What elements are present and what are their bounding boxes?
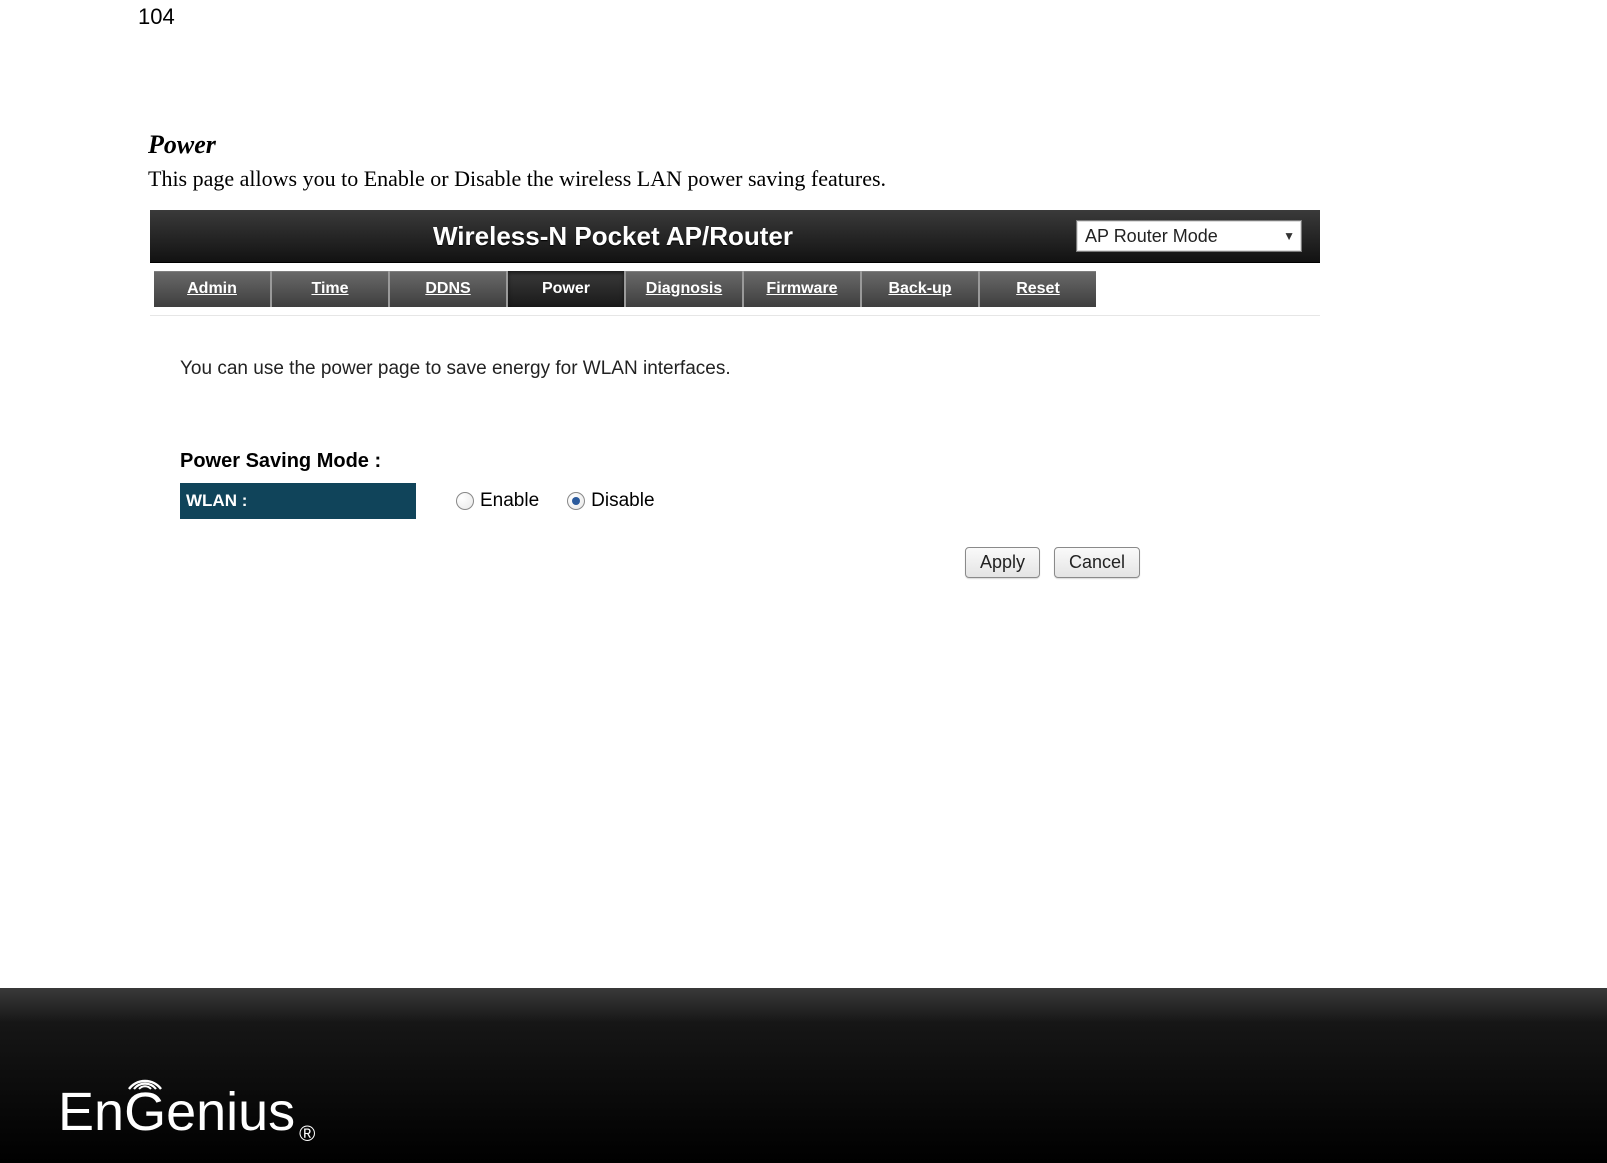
chevron-down-icon: ▼ xyxy=(1283,229,1295,243)
section-description: This page allows you to Enable or Disabl… xyxy=(148,166,886,192)
registered-mark: ® xyxy=(299,1123,315,1145)
tab-power[interactable]: Power xyxy=(508,271,626,307)
radio-enable[interactable]: Enable xyxy=(456,490,539,512)
button-row: Apply Cancel xyxy=(180,547,1140,578)
tab-bar: Admin Time DDNS Power Diagnosis Firmware… xyxy=(150,263,1320,316)
cancel-button[interactable]: Cancel xyxy=(1054,547,1140,578)
mode-select[interactable]: AP Router Mode ▼ xyxy=(1076,220,1302,252)
apply-button[interactable]: Apply xyxy=(965,547,1040,578)
setting-row-wlan: WLAN : Enable Disable xyxy=(180,483,820,519)
radio-enable-label: Enable xyxy=(480,490,539,512)
wifi-icon xyxy=(125,1069,165,1093)
mode-select-value: AP Router Mode xyxy=(1085,226,1218,247)
section-title: Power xyxy=(148,130,216,160)
setting-group-label: Power Saving Mode : xyxy=(180,450,1290,473)
router-content: You can use the power page to save energ… xyxy=(150,316,1320,608)
radio-disable-label: Disable xyxy=(591,490,654,512)
radio-disable[interactable]: Disable xyxy=(567,490,654,512)
tab-admin[interactable]: Admin xyxy=(154,271,272,307)
router-topbar: Wireless-N Pocket AP/Router AP Router Mo… xyxy=(150,210,1320,263)
setting-row-label: WLAN : xyxy=(180,483,416,519)
tab-reset[interactable]: Reset xyxy=(980,271,1096,307)
page-number: 104 xyxy=(138,4,175,30)
tab-backup[interactable]: Back-up xyxy=(862,271,980,307)
radio-icon xyxy=(456,492,474,510)
brand-logo: EnG enius® xyxy=(58,1085,311,1139)
radio-icon xyxy=(567,492,585,510)
tab-diagnosis[interactable]: Diagnosis xyxy=(626,271,744,307)
tab-time[interactable]: Time xyxy=(272,271,390,307)
info-text: You can use the power page to save energ… xyxy=(180,358,1290,380)
footer-bar: EnG enius® xyxy=(0,988,1607,1163)
tab-firmware[interactable]: Firmware xyxy=(744,271,862,307)
wlan-radio-group: Enable Disable xyxy=(416,490,655,512)
router-admin-screenshot: Wireless-N Pocket AP/Router AP Router Mo… xyxy=(150,210,1320,608)
router-title: Wireless-N Pocket AP/Router xyxy=(150,221,1076,252)
tab-ddns[interactable]: DDNS xyxy=(390,271,508,307)
